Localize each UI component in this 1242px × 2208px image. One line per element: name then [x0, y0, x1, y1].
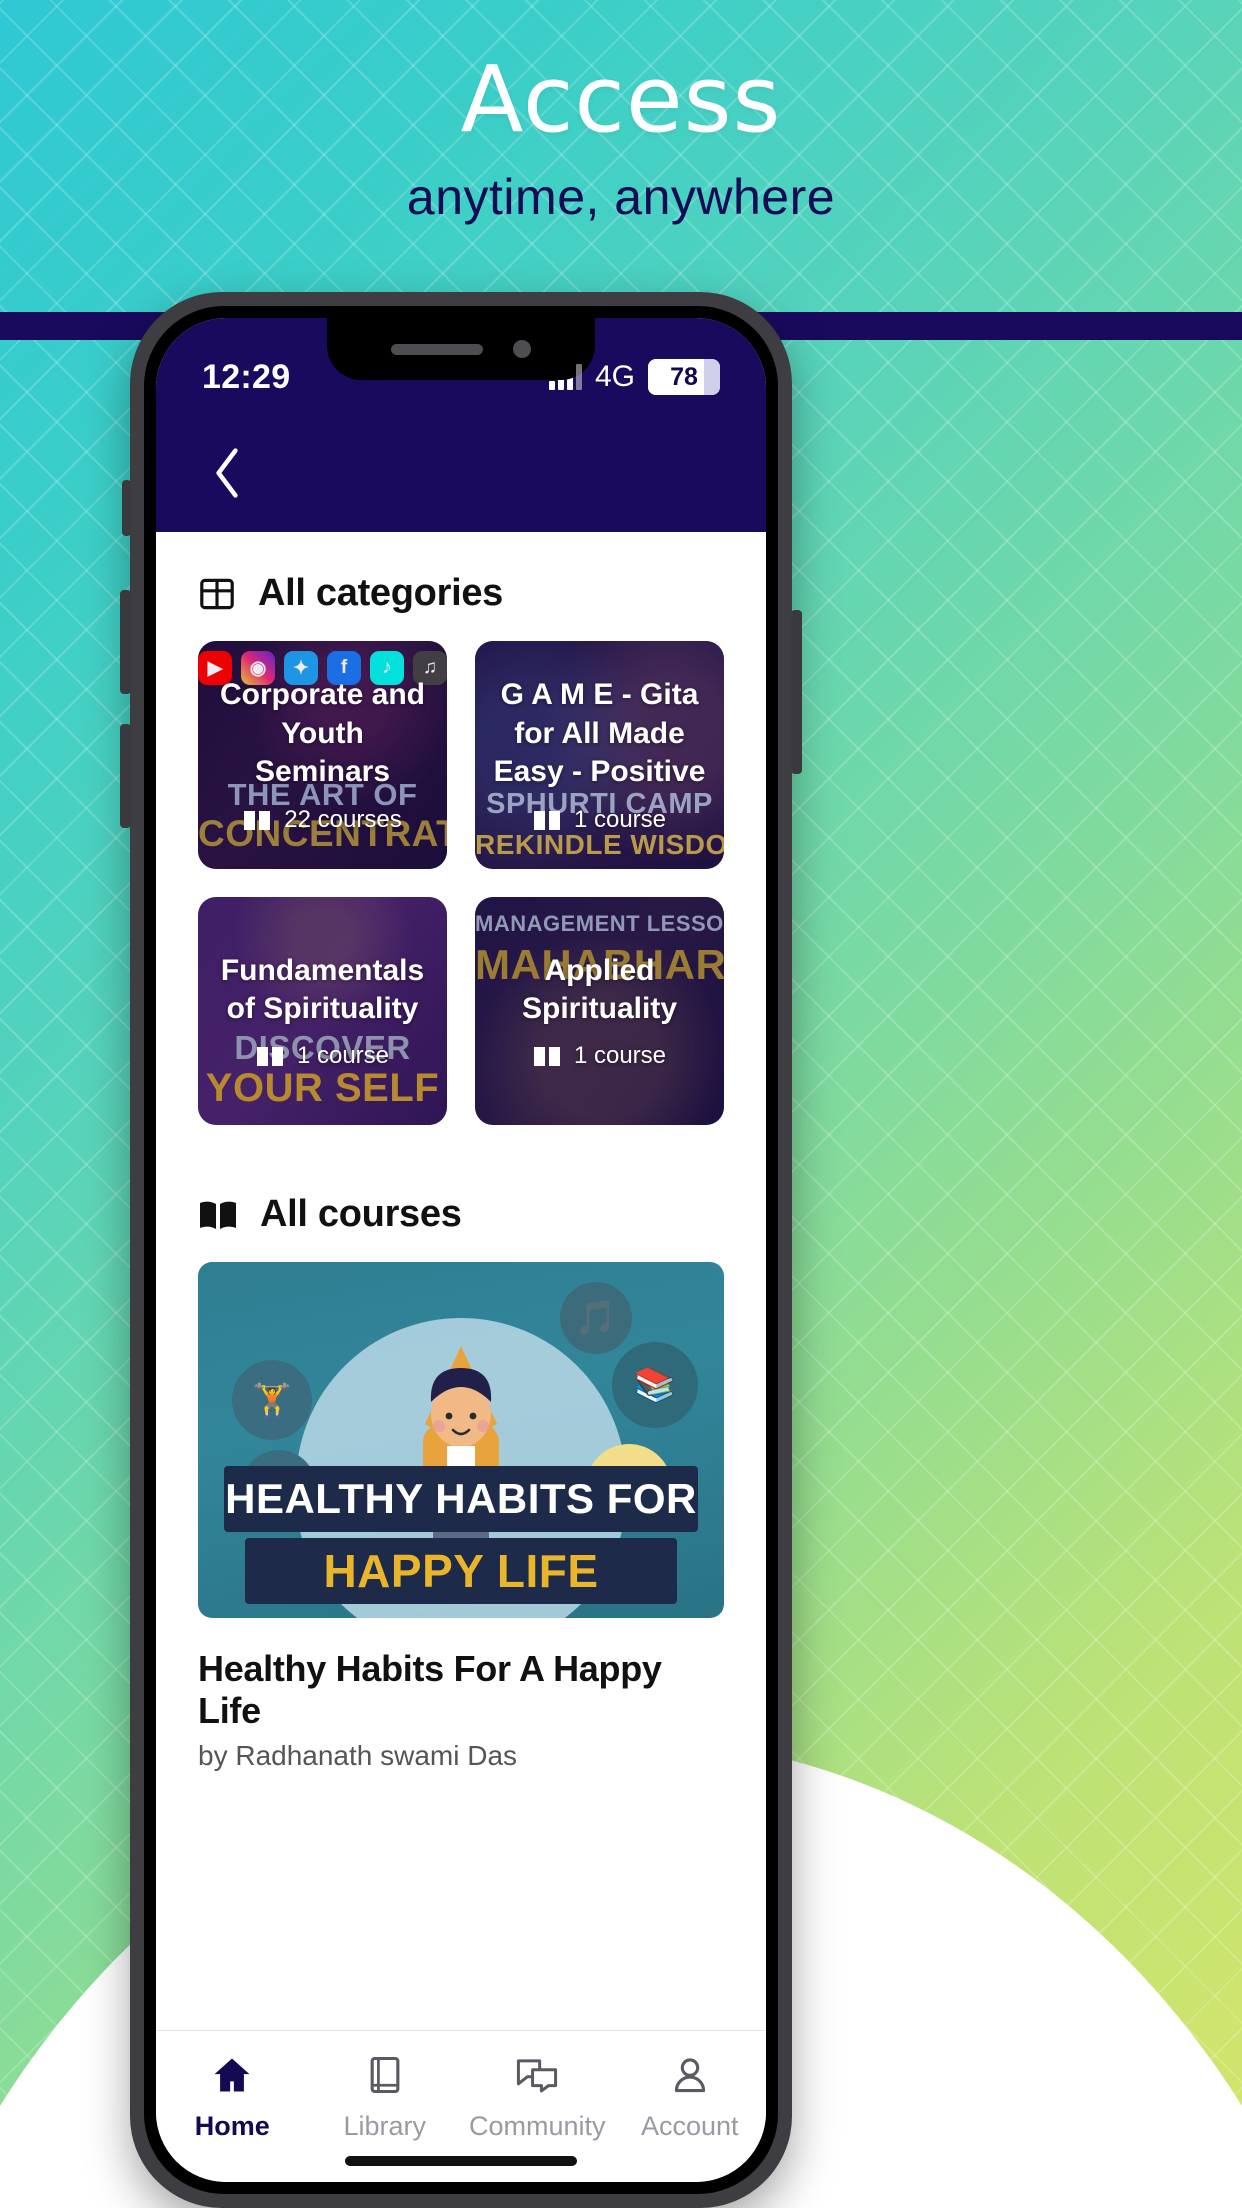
- front-camera: [513, 340, 531, 358]
- chat-bubbles-icon: [517, 2059, 558, 2093]
- phone-power-button: [791, 610, 802, 774]
- category-card-course-count: 1 course: [573, 1042, 667, 1070]
- dumbbell-icon: 🏋: [232, 1360, 312, 1440]
- status-clock: 12:29: [202, 357, 291, 396]
- battery-icon: 78: [648, 359, 720, 395]
- course-thumbnail: 🎵 📚 🏋 🥛 🍎 HEALTHY HABITS FOR HAPPY LIFE: [198, 1262, 724, 1618]
- category-card-meta: 1 course: [256, 1042, 389, 1070]
- category-card-game-gita-for-all-made-easy[interactable]: SPHURTI CAMP REKINDLE WISDOM, REVIVE LOV…: [475, 641, 724, 869]
- phone-volume-up-button: [120, 590, 131, 694]
- earpiece-speaker: [391, 343, 483, 355]
- nav-item-library[interactable]: Library: [310, 2053, 460, 2142]
- battery-percent-label: 78: [670, 362, 698, 391]
- home-indicator: [345, 2156, 577, 2166]
- categories-grid: ▶ ◉ ✦ f ♪ ♫ THE ART OF CONCENTRATION Cor…: [156, 641, 766, 1125]
- category-card-corporate-and-youth-seminars[interactable]: ▶ ◉ ✦ f ♪ ♫ THE ART OF CONCENTRATION Cor…: [198, 641, 447, 869]
- nav-label-community: Community: [468, 2111, 606, 2141]
- music-note-icon: 🎵: [560, 1282, 632, 1354]
- book-icon: [256, 1047, 283, 1067]
- category-card-course-count: 1 course: [296, 1042, 390, 1070]
- category-card-fundamentals-of-spirituality[interactable]: DISCOVER YOUR SELF Fundamentals of Spiri…: [198, 897, 447, 1125]
- book-icon: [533, 810, 560, 830]
- nav-item-account[interactable]: Account: [615, 2053, 765, 2142]
- category-bg-line2: YOUR SELF: [205, 1066, 440, 1110]
- nav-item-community[interactable]: Community: [462, 2053, 612, 2142]
- category-bg-line1: MANAGEMENT LESSONS FROM: [475, 911, 724, 936]
- book-icon: [533, 1047, 560, 1067]
- books-icon: 📚: [612, 1342, 698, 1428]
- category-card-meta: 1 course: [533, 1042, 666, 1070]
- phone-mockup: 12:29 4G 78 All categories ▶ ◉ ✦ f ♪ ♫ T…: [120, 292, 802, 2208]
- category-card-course-count: 22 courses: [284, 805, 402, 833]
- phone-bezel: 12:29 4G 78 All categories ▶ ◉ ✦ f ♪ ♫ T…: [144, 306, 778, 2194]
- category-card-meta: 22 courses: [243, 805, 402, 834]
- all-courses-header: All courses: [156, 1125, 766, 1262]
- battery-empty: [704, 359, 720, 395]
- nav-label-library: Library: [343, 2111, 427, 2141]
- grid-icon: [200, 578, 234, 609]
- scroll-content[interactable]: All categories ▶ ◉ ✦ f ♪ ♫ THE ART OF CO…: [156, 532, 766, 2030]
- book-closed-icon: [370, 2056, 400, 2094]
- promo-title: Access: [460, 46, 782, 153]
- category-card-applied-spirituality[interactable]: MANAGEMENT LESSONS FROM MAHABHARATA Appl…: [475, 897, 724, 1125]
- status-bar: 12:29 4G 78: [156, 318, 766, 414]
- all-courses-title: All courses: [260, 1193, 462, 1235]
- category-card-title: Applied Spirituality: [521, 953, 678, 1025]
- thumbnail-headline-line2: HAPPY LIFE: [245, 1538, 677, 1604]
- nav-label-account: Account: [640, 2111, 739, 2141]
- category-card-course-count: 1 course: [573, 805, 667, 833]
- book-icon: [244, 810, 271, 830]
- home-icon: [214, 2058, 250, 2092]
- promo-subtitle: anytime, anywhere: [406, 169, 836, 225]
- phone-notch: [327, 318, 595, 380]
- course-title: Healthy Habits For A Happy Life: [198, 1648, 662, 1731]
- phone-screen: 12:29 4G 78 All categories ▶ ◉ ✦ f ♪ ♫ T…: [156, 318, 766, 2182]
- all-categories-header: All categories: [156, 532, 766, 641]
- category-bg-line2: REKINDLE WISDOM, REVIVE LOVE: [475, 829, 724, 860]
- all-categories-title: All categories: [258, 572, 504, 614]
- chevron-left-icon: [216, 448, 238, 498]
- app-header: [156, 414, 766, 532]
- phone-mute-switch: [122, 480, 131, 536]
- category-card-title: Corporate and Youth Seminars: [219, 678, 426, 789]
- person-icon: [674, 2058, 705, 2093]
- category-card-title: Fundamentals of Spirituality: [220, 953, 425, 1025]
- category-card-title: G A M E - Gita for All Made Easy - Posit…: [493, 678, 706, 789]
- course-card-healthy-habits[interactable]: 🎵 📚 🏋 🥛 🍎 HEALTHY HABITS FOR HAPPY LIFE …: [156, 1262, 766, 1772]
- nav-item-home[interactable]: Home: [157, 2053, 307, 2142]
- thumbnail-headline-line1: HEALTHY HABITS FOR: [224, 1466, 698, 1532]
- open-book-icon: [200, 1201, 236, 1229]
- phone-volume-down-button: [120, 724, 131, 828]
- category-card-meta: 1 course: [533, 806, 666, 834]
- back-button[interactable]: [196, 442, 258, 504]
- nav-label-home: Home: [194, 2111, 270, 2141]
- network-type-label: 4G: [594, 360, 635, 393]
- course-subtitle: by Radhanath swami Das: [198, 1740, 518, 1771]
